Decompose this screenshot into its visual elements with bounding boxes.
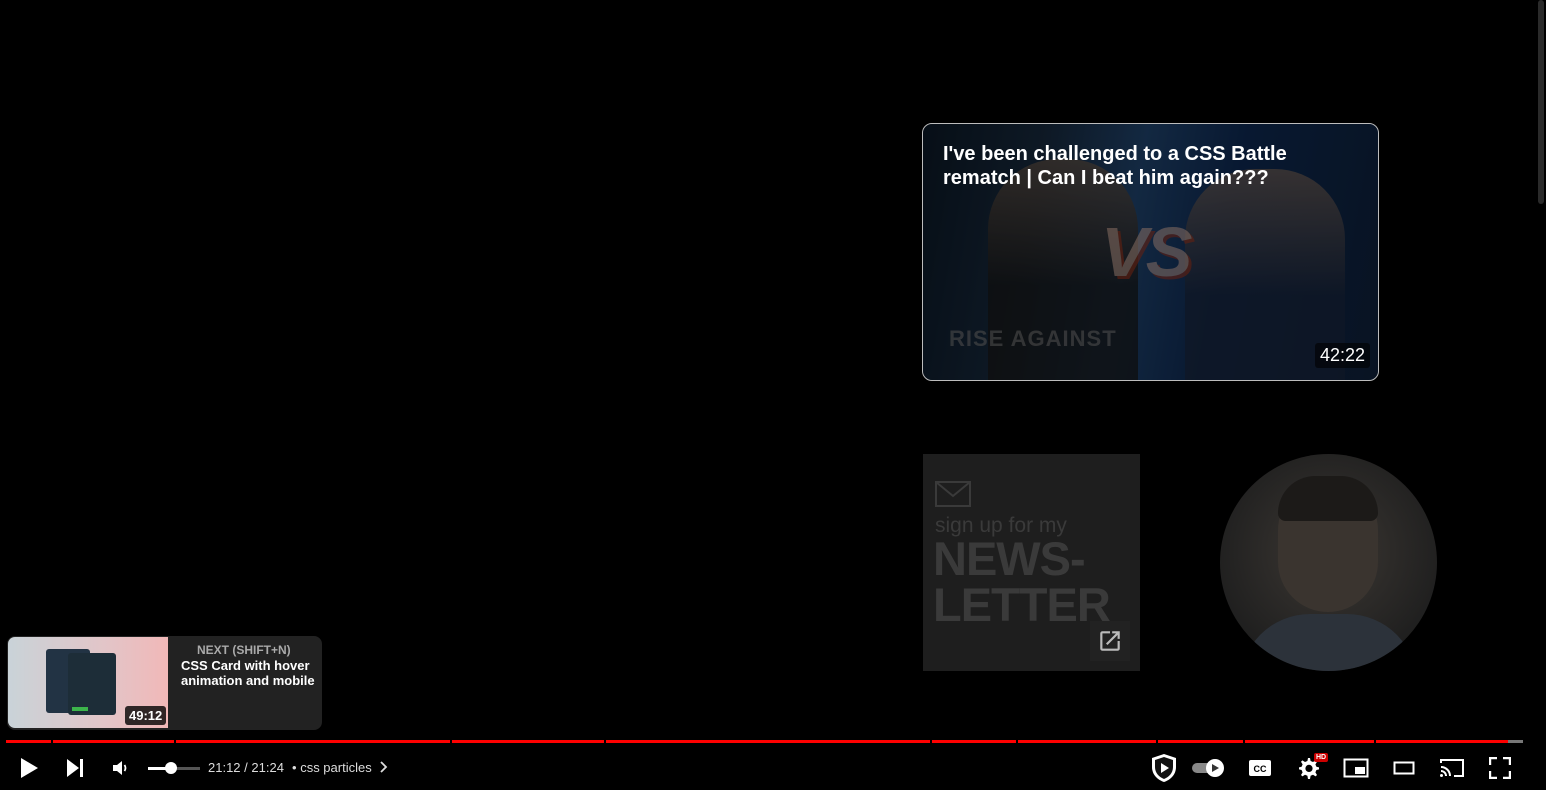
captions-button[interactable]: CC — [1242, 746, 1278, 790]
theater-mode-button[interactable] — [1386, 746, 1422, 790]
current-time: 21:12 — [208, 760, 241, 775]
up-next-label: NEXT (SHIFT+N) — [197, 643, 291, 657]
cast-icon — [1440, 759, 1464, 777]
progress-bar[interactable] — [6, 740, 1523, 743]
hd-badge: HD — [1314, 753, 1329, 762]
endscreen-newsletter-link[interactable]: sign up for my NEWS- LETTER — [923, 454, 1140, 671]
chapter-marker — [174, 740, 176, 743]
up-next-card[interactable]: 49:12 NEXT (SHIFT+N) CSS Card with hover… — [7, 636, 322, 730]
autoplay-toggle[interactable] — [1190, 746, 1228, 790]
endscreen-video-title: I've been challenged to a CSS Battle rem… — [943, 143, 1287, 189]
avatar-hair — [1278, 476, 1378, 521]
avatar-shirt — [1240, 614, 1417, 671]
video-player[interactable]: VS RISE AGAINST I've been challenged to … — [0, 0, 1536, 790]
up-next-title: CSS Card with hover animation and mobile — [181, 658, 315, 688]
chapter-marker — [51, 740, 53, 743]
miniplayer-icon — [1343, 758, 1369, 778]
thumb-card-front — [68, 653, 116, 715]
external-link-button[interactable] — [1090, 621, 1130, 661]
miniplayer-button[interactable] — [1338, 746, 1374, 790]
total-time: 21:24 — [251, 760, 284, 775]
newsletter-heading-line1: NEWS- — [933, 532, 1086, 585]
chapter-marker — [1016, 740, 1018, 743]
endscreen-channel-avatar[interactable] — [1220, 454, 1437, 671]
up-next-duration: 49:12 — [125, 706, 167, 725]
scrollbar-thumb[interactable] — [1538, 0, 1544, 204]
next-button[interactable] — [56, 746, 94, 790]
cast-button[interactable] — [1434, 746, 1470, 790]
chapter-marker — [1156, 740, 1158, 743]
chapter-marker — [930, 740, 932, 743]
chapter-button[interactable]: • css particles — [292, 760, 389, 775]
chapter-marker — [1374, 740, 1376, 743]
fullscreen-button[interactable] — [1482, 746, 1518, 790]
next-icon — [67, 759, 83, 777]
thumb-card-button — [72, 707, 88, 711]
control-bar: 21:12 / 21:24 • css particles CC HD — [0, 746, 1536, 790]
mail-icon — [935, 481, 971, 507]
endscreen-video-card[interactable]: VS RISE AGAINST I've been challenged to … — [922, 123, 1379, 381]
time-display: 21:12 / 21:24 — [208, 760, 284, 775]
chevron-right-icon — [380, 761, 388, 773]
sponsor-shield-icon — [1152, 754, 1176, 782]
volume-slider[interactable] — [148, 762, 200, 774]
chapter-title: css particles — [300, 760, 372, 775]
external-link-icon — [1100, 631, 1120, 651]
sponsorblock-button[interactable] — [1146, 746, 1182, 790]
play-icon — [21, 758, 38, 778]
mute-button[interactable] — [104, 746, 138, 790]
fullscreen-icon — [1489, 757, 1511, 779]
chapter-separator: • — [292, 760, 297, 775]
chapter-marker — [604, 740, 606, 743]
progress-played — [6, 740, 1508, 743]
chapter-marker — [450, 740, 452, 743]
svg-text:CC: CC — [1254, 764, 1267, 774]
captions-icon: CC — [1249, 760, 1271, 776]
volume-icon — [113, 761, 127, 775]
chapter-marker — [1243, 740, 1245, 743]
play-button[interactable] — [10, 746, 48, 790]
up-next-thumbnail: 49:12 — [8, 637, 168, 728]
page-scrollbar[interactable] — [1536, 0, 1546, 790]
theater-icon — [1393, 761, 1415, 775]
endscreen-video-duration: 42:22 — [1314, 343, 1370, 368]
autoplay-toggle-icon — [1192, 759, 1224, 777]
newsletter-heading-line2: LETTER — [933, 578, 1111, 631]
volume-knob[interactable] — [165, 762, 178, 774]
